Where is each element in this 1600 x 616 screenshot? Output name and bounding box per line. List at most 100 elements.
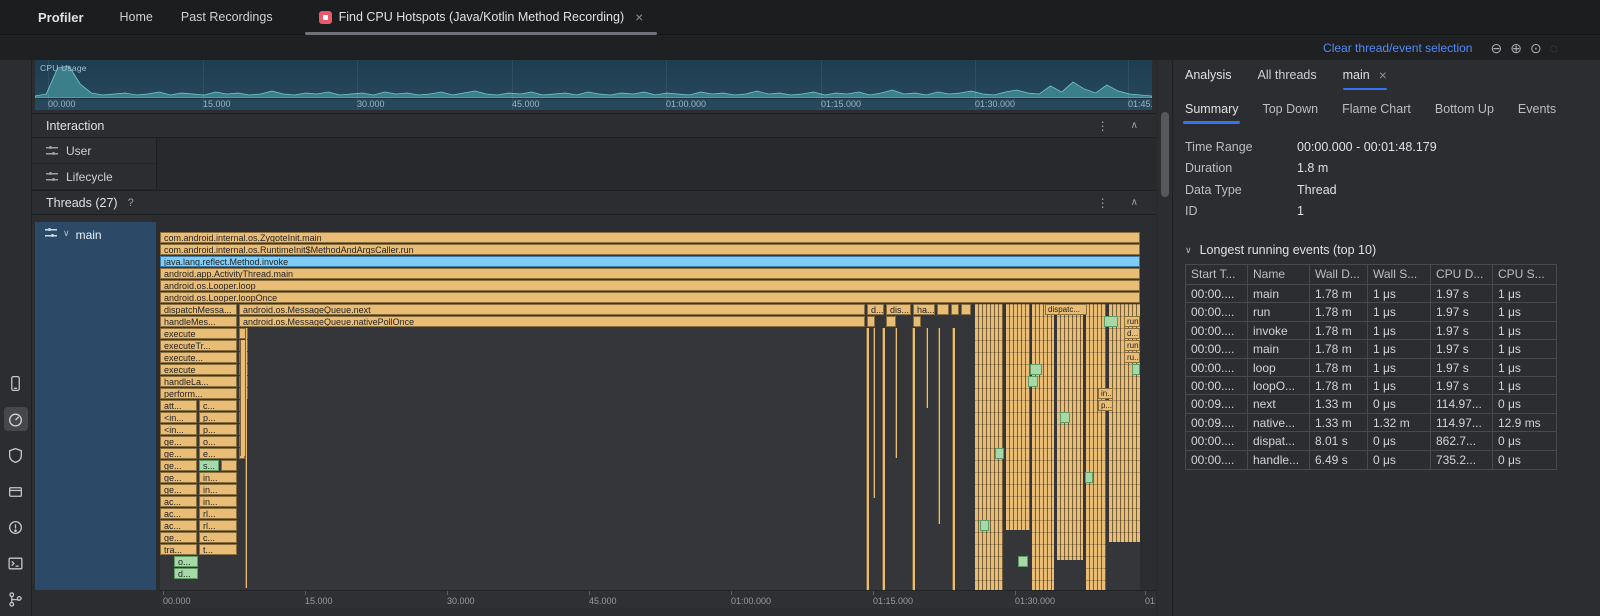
flame-segment[interactable]	[951, 304, 959, 315]
flame-segment[interactable]: in...	[199, 472, 237, 483]
zoom-in-icon[interactable]: ⊕	[1510, 41, 1522, 55]
reset-zoom-icon[interactable]: ⊙	[1530, 41, 1542, 55]
flame-segment[interactable]: dispatc...	[1045, 304, 1087, 315]
flame-segment[interactable]	[886, 316, 896, 327]
flame-segment[interactable]: perform...	[160, 388, 237, 399]
flame-segment[interactable]: o...	[199, 436, 237, 447]
terminal-icon[interactable]	[4, 551, 28, 575]
vertical-scrollbar[interactable]	[1156, 35, 1172, 616]
subtab-bottom-up[interactable]: Bottom Up	[1435, 102, 1494, 124]
flame-segment[interactable]: execute...	[160, 352, 237, 363]
flame-segment[interactable]: android.os.Looper.loop	[160, 280, 1140, 291]
flame-segment[interactable]: in...	[199, 484, 237, 495]
callstack-thin-bar[interactable]	[245, 328, 247, 588]
flame-segment[interactable]: <in...	[160, 412, 197, 423]
callstack-thin-bar[interactable]	[873, 328, 875, 498]
flame-segment[interactable]: dis...	[886, 304, 911, 315]
interaction-section-header[interactable]: Interaction ⋮ ∧	[32, 113, 1156, 138]
flame-segment[interactable]: in...	[199, 496, 237, 507]
flame-segment[interactable]: com.android.internal.os.ZygoteInit.main	[160, 232, 1140, 243]
collapse-section-icon[interactable]: ∧	[1131, 197, 1138, 208]
table-row[interactable]: 00:00....loopO...1.78 m1 μs1.97 s1 μs	[1186, 377, 1556, 395]
callstack-thin-bar[interactable]	[866, 328, 869, 590]
flame-segment[interactable]: in...	[1098, 388, 1113, 399]
table-header-cell[interactable]: CPU D...	[1431, 265, 1493, 285]
subtab-top-down[interactable]: Top Down	[1262, 102, 1318, 124]
dense-callstack-cluster[interactable]	[975, 304, 1003, 590]
flame-segment[interactable]	[961, 304, 971, 315]
flame-chart[interactable]: com.android.internal.os.ZygoteInit.main c…	[160, 232, 1140, 590]
flame-segment[interactable]: ge...	[160, 448, 197, 459]
callstack-thin-bar[interactable]	[952, 328, 955, 590]
table-row[interactable]: 00:00....dispat...8.01 s0 μs862.7...0 μs	[1186, 432, 1556, 450]
clear-selection-link[interactable]: Clear thread/event selection	[1323, 41, 1472, 55]
help-icon[interactable]: ?	[128, 197, 134, 209]
flame-green-segment[interactable]	[1060, 412, 1070, 423]
running-devices-icon[interactable]	[4, 371, 28, 395]
table-row[interactable]: 00:00....handle...6.49 s0 μs735.2...0 μs	[1186, 451, 1556, 469]
flame-segment[interactable]: <in...	[160, 424, 197, 435]
flame-green-segment[interactable]	[1085, 472, 1093, 483]
flame-segment[interactable]: e...	[199, 448, 237, 459]
flame-segment[interactable]	[937, 304, 949, 315]
thread-label-main[interactable]: ∨ main	[35, 222, 156, 590]
flame-segment[interactable]: android.app.ActivityThread.main	[160, 268, 1140, 279]
version-control-icon[interactable]	[4, 587, 28, 611]
flame-segment[interactable]: handleMes...	[160, 316, 237, 327]
flame-segment[interactable]: c...	[199, 400, 237, 411]
interaction-row-user[interactable]: User	[32, 138, 156, 164]
flame-segment[interactable]: run	[1124, 340, 1140, 351]
tab-main-thread[interactable]: main ×	[1343, 60, 1387, 90]
dense-callstack-cluster[interactable]	[1057, 304, 1083, 560]
dense-callstack-cluster[interactable]	[1086, 304, 1106, 590]
dense-callstack-cluster[interactable]	[1006, 304, 1030, 530]
frame-selection-icon[interactable]: ◌	[1550, 41, 1558, 55]
flame-segment[interactable]: s...	[199, 460, 219, 471]
flame-segment[interactable]: tra...	[160, 544, 197, 555]
table-header-cell[interactable]: Wall S...	[1368, 265, 1431, 285]
flame-segment[interactable]: ac...	[160, 496, 197, 507]
tab-past-recordings[interactable]: Past Recordings	[181, 10, 273, 24]
flame-segment[interactable]: executeTr...	[160, 340, 237, 351]
flame-segment[interactable]: java.lang.reflect.Method.invoke	[160, 256, 1140, 267]
flame-green-segment[interactable]	[980, 520, 989, 531]
flame-segment[interactable]: dispatchMessa...	[160, 304, 237, 315]
table-header-cell[interactable]: Wall D...	[1310, 265, 1368, 285]
table-row[interactable]: 00:00....main1.78 m1 μs1.97 s1 μs	[1186, 285, 1556, 303]
dense-callstack-cluster[interactable]	[1032, 304, 1054, 590]
flame-segment[interactable]: d...	[867, 304, 884, 315]
table-header-cell[interactable]: Name	[1248, 265, 1310, 285]
callstack-thin-bar[interactable]	[912, 328, 915, 590]
flame-segment[interactable]: execute	[160, 328, 237, 339]
flame-segment[interactable]: rl...	[199, 520, 237, 531]
table-row[interactable]: 00:09....next1.33 m0 μs114.97...0 μs	[1186, 395, 1556, 413]
cpu-usage-chart[interactable]: CPU Usage 00.00015.00030.00045.00001:00.…	[35, 60, 1152, 110]
tab-recording[interactable]: Find CPU Hotspots (Java/Kotlin Method Re…	[305, 0, 658, 35]
flame-segment[interactable]	[867, 316, 875, 327]
flame-segment[interactable]: ge...	[160, 532, 197, 543]
subtab-flame-chart[interactable]: Flame Chart	[1342, 102, 1411, 124]
table-row[interactable]: 00:00....main1.78 m1 μs1.97 s1 μs	[1186, 340, 1556, 358]
tab-all-threads[interactable]: All threads	[1258, 60, 1317, 90]
flame-green-segment[interactable]	[1030, 364, 1042, 375]
kebab-menu-icon[interactable]: ⋮	[1097, 119, 1109, 133]
subtab-summary[interactable]: Summary	[1185, 102, 1238, 124]
flame-segment[interactable]: ge...	[160, 460, 197, 471]
flame-green-segment[interactable]	[995, 448, 1004, 459]
scrollbar-thumb[interactable]	[1161, 112, 1169, 197]
flame-segment[interactable]: t...	[199, 544, 237, 555]
flame-segment[interactable]: rl...	[199, 508, 237, 519]
close-main-tab-icon[interactable]: ×	[1379, 68, 1387, 82]
callstack-thin-bar[interactable]	[926, 328, 928, 408]
app-insights-icon[interactable]	[4, 443, 28, 467]
flame-segment[interactable]: att...	[160, 400, 197, 411]
callstack-thin-bar[interactable]	[895, 328, 897, 458]
callstack-thin-bar[interactable]	[882, 328, 885, 590]
flame-segment[interactable]: ge...	[160, 436, 197, 447]
flame-segment[interactable]: handleLa...	[160, 376, 237, 387]
flame-segment[interactable]: ge...	[160, 484, 197, 495]
flame-segment[interactable]: p...	[199, 412, 237, 423]
profiler-tool-icon[interactable]	[4, 407, 28, 431]
flame-green-segment[interactable]	[1104, 316, 1118, 327]
flame-segment[interactable]	[913, 316, 921, 327]
